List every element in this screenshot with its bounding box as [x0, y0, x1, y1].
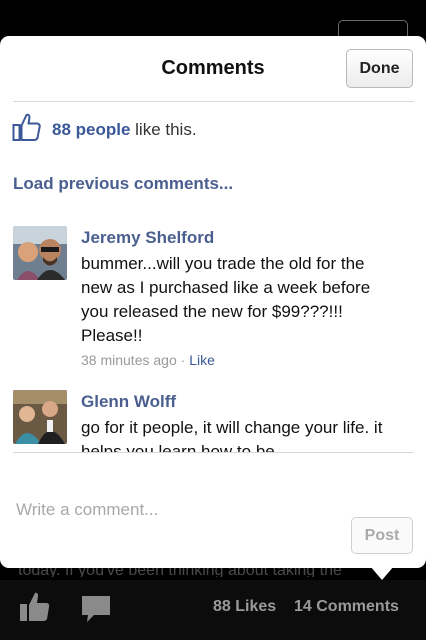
- comment-text: bummer...will you trade the old for the …: [81, 254, 371, 345]
- comment-author-link[interactable]: Glenn Wolff: [81, 392, 176, 412]
- comment-text: go for it people, it will change your li…: [81, 418, 383, 452]
- comments-panel: Comments Done 88 people like this. Load …: [0, 36, 426, 568]
- comment-like-link[interactable]: Like: [189, 352, 215, 368]
- bottom-action-bar: 88 Likes 14 Comments: [0, 580, 426, 640]
- comment-bubble-icon[interactable]: [80, 594, 112, 624]
- done-button[interactable]: Done: [346, 49, 413, 88]
- header-divider: [13, 101, 414, 102]
- meta-separator: ·: [176, 352, 190, 368]
- avatar[interactable]: [13, 226, 67, 280]
- comment-author-link[interactable]: Jeremy Shelford: [81, 228, 214, 248]
- likes-count[interactable]: 88 Likes: [213, 598, 276, 616]
- post-button[interactable]: Post: [351, 517, 413, 554]
- like-summary: 88 people like this.: [52, 120, 197, 140]
- comment-timestamp: 38 minutes ago: [81, 352, 177, 368]
- load-previous-comments-link[interactable]: Load previous comments...: [13, 174, 233, 194]
- popover-caret: [370, 566, 394, 580]
- comments-count[interactable]: 14 Comments: [294, 598, 399, 616]
- like-thumb-icon: [12, 112, 42, 142]
- like-summary-suffix: like this.: [130, 120, 197, 139]
- like-thumb-icon[interactable]: [18, 590, 52, 624]
- comment-meta: 38 minutes ago · Like: [81, 352, 215, 368]
- composer-divider: [13, 452, 414, 453]
- like-count-link[interactable]: 88 people: [52, 120, 130, 139]
- comment-list: Jeremy Shelford bummer...will you trade …: [0, 216, 426, 452]
- comment-input[interactable]: Write a comment...: [16, 500, 158, 520]
- avatar[interactable]: [13, 390, 67, 444]
